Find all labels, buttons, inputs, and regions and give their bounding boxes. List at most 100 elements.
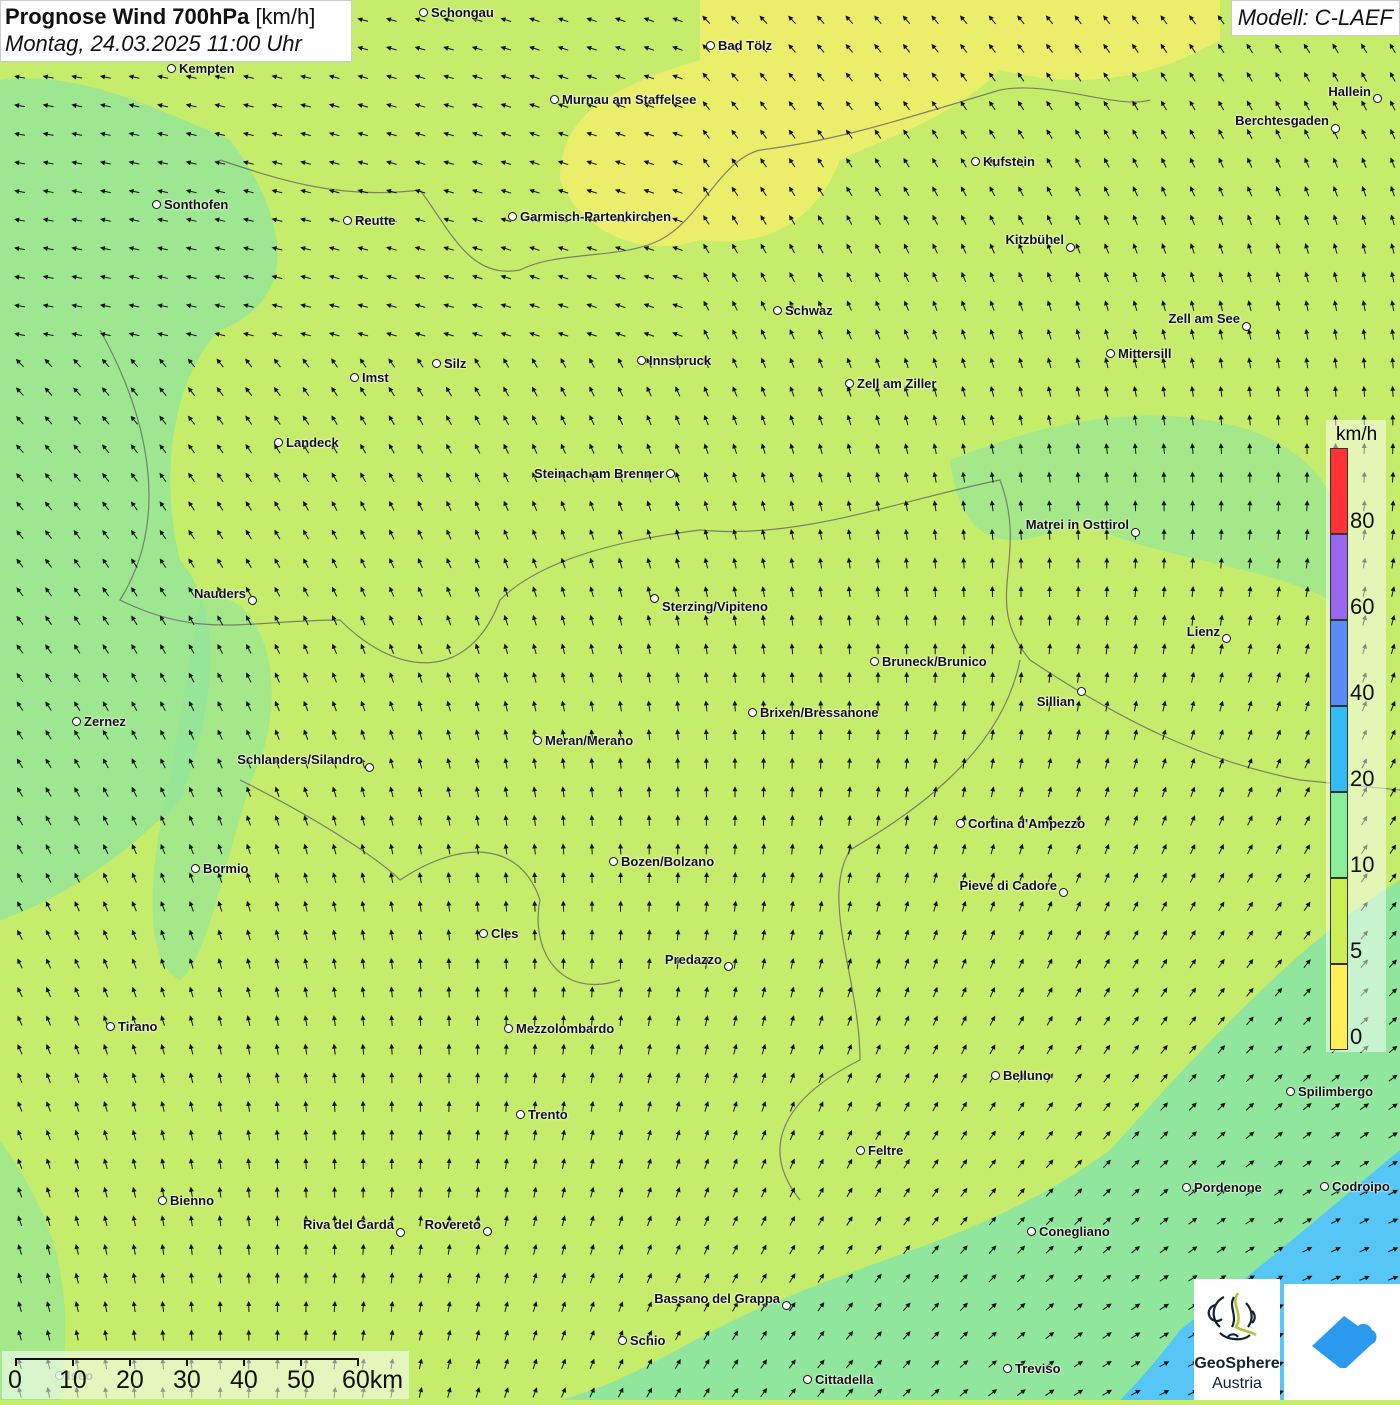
wind-arrow — [72, 757, 82, 769]
wind-arrow — [389, 1272, 395, 1283]
wind-arrow — [645, 1186, 653, 1198]
wind-arrow — [645, 1358, 654, 1370]
wind-arrow — [160, 1301, 166, 1313]
wind-arrow — [1246, 757, 1255, 769]
wind-arrow — [675, 700, 681, 712]
city-label: Bozen/Bolzano — [621, 854, 714, 869]
wind-arrow — [528, 130, 540, 138]
wind-arrow — [357, 16, 369, 24]
wind-arrow — [443, 102, 455, 110]
wind-arrow — [471, 330, 483, 338]
wind-arrow — [414, 245, 426, 253]
wind-arrow — [503, 815, 509, 827]
wind-arrow — [301, 614, 310, 626]
wind-arrow — [160, 1272, 166, 1284]
wind-arrow — [818, 757, 824, 768]
wind-arrow — [1217, 185, 1226, 197]
wind-arrow — [328, 302, 340, 310]
wind-arrow — [675, 872, 681, 883]
wind-arrow — [1245, 929, 1255, 941]
wind-arrow — [187, 786, 196, 798]
wind-arrow — [1074, 929, 1083, 941]
wind-arrow — [987, 42, 998, 54]
wind-arrow — [159, 1072, 167, 1084]
wind-arrow — [815, 157, 825, 169]
wind-arrow — [674, 1072, 681, 1084]
wind-arrow — [990, 615, 995, 626]
wind-arrow — [532, 843, 538, 854]
wind-arrow — [1102, 214, 1111, 226]
wind-arrow — [561, 929, 566, 940]
wind-arrow — [646, 786, 652, 797]
wind-arrow — [1359, 99, 1368, 111]
wind-arrow — [1161, 529, 1166, 540]
wind-arrow — [385, 331, 397, 339]
wind-arrow — [1104, 443, 1110, 455]
wind-arrow — [303, 1129, 309, 1140]
wind-arrow — [471, 302, 483, 310]
wind-arrow — [1304, 414, 1310, 425]
wind-arrow — [675, 843, 680, 854]
wind-arrow — [845, 1015, 853, 1027]
wind-arrow — [185, 302, 197, 309]
wind-arrow — [732, 929, 739, 941]
scale-bar: 0 10 20 30 40 50 60km — [2, 1351, 409, 1399]
wind-arrow — [846, 614, 852, 625]
wind-arrow — [557, 302, 569, 310]
wind-arrow — [1103, 843, 1112, 855]
wind-arrow — [1047, 614, 1053, 625]
wind-arrow — [330, 671, 339, 683]
wind-arrow — [1247, 472, 1252, 483]
wind-arrow — [71, 386, 82, 398]
city-label: Zernez — [84, 714, 126, 729]
wind-arrow — [703, 1100, 711, 1112]
wind-arrow — [817, 500, 824, 512]
wind-arrow — [44, 929, 53, 941]
wind-arrow — [242, 245, 254, 253]
wind-arrow — [818, 786, 824, 797]
wind-arrow — [844, 157, 854, 169]
wind-arrow — [616, 357, 625, 369]
wind-arrow — [271, 159, 283, 167]
wind-arrow — [186, 414, 197, 426]
wind-arrow — [303, 1072, 309, 1084]
city-label: Predazzo — [665, 952, 722, 967]
wind-arrow — [43, 643, 53, 655]
wind-arrow — [1045, 157, 1055, 169]
wind-arrow — [388, 729, 396, 741]
wind-arrow — [817, 1072, 826, 1084]
wind-arrow — [1359, 1130, 1371, 1140]
wind-arrow — [761, 672, 767, 683]
wind-arrow — [245, 1015, 252, 1027]
wind-arrow — [1330, 71, 1340, 83]
wind-arrow — [1390, 357, 1396, 368]
wind-arrow — [616, 528, 624, 540]
wind-arrow — [332, 1301, 338, 1312]
wind-arrow — [1247, 386, 1253, 398]
wind-arrow — [902, 1129, 912, 1141]
wind-arrow — [129, 700, 139, 712]
wind-arrow — [474, 757, 481, 769]
wind-arrow — [732, 900, 738, 912]
wind-arrow — [360, 1101, 366, 1112]
wind-arrow — [14, 529, 25, 541]
wind-arrow — [158, 643, 168, 655]
wind-arrow — [300, 357, 311, 369]
wind-arrow — [817, 900, 824, 912]
wind-arrow — [1074, 242, 1083, 254]
wind-arrow — [532, 900, 538, 911]
city-marker — [856, 1146, 865, 1155]
wind-arrow — [528, 73, 540, 81]
legend-label: 60 — [1350, 594, 1374, 620]
wind-arrow — [1244, 1130, 1256, 1141]
scale-tick — [243, 1358, 245, 1366]
wind-arrow — [961, 643, 966, 654]
wind-arrow — [788, 500, 796, 512]
wind-arrow — [532, 986, 537, 997]
wind-arrow — [475, 958, 481, 969]
wind-arrow — [217, 1330, 222, 1341]
wind-arrow — [187, 957, 195, 969]
wind-arrow — [532, 872, 538, 883]
wind-arrow — [643, 187, 655, 195]
wind-arrow — [758, 214, 768, 226]
